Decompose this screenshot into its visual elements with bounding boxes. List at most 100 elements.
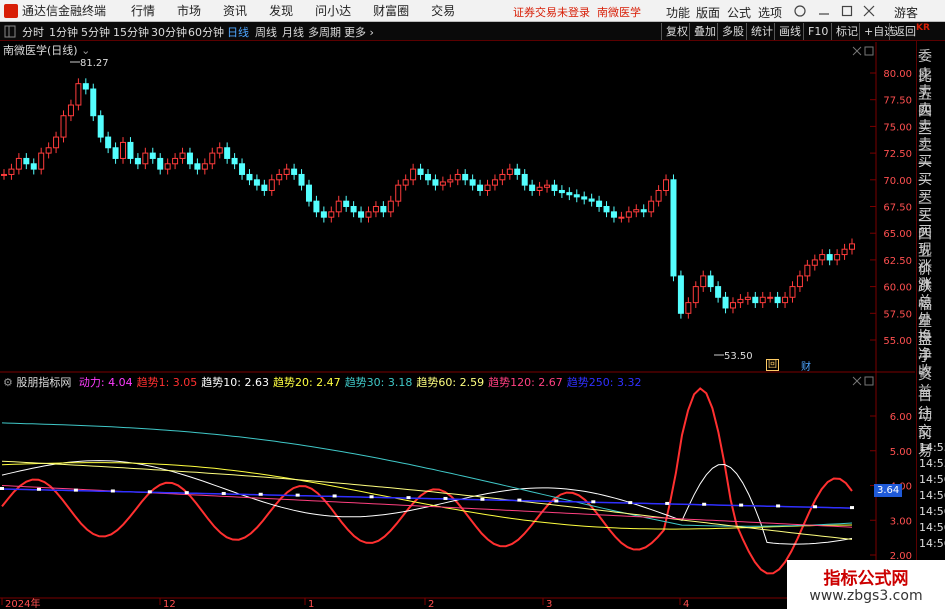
fuquan-button[interactable]: 复权	[661, 23, 692, 40]
candle-body[interactable]	[149, 152, 156, 159]
candle-body[interactable]	[558, 189, 565, 194]
candle-body[interactable]	[551, 184, 558, 191]
candle-body[interactable]	[439, 181, 446, 186]
candle-body[interactable]	[796, 275, 803, 288]
chart-maximize-icon[interactable]	[864, 46, 874, 56]
candle-body[interactable]	[521, 173, 528, 186]
mark-button[interactable]: 标记	[831, 23, 862, 40]
candle-body[interactable]	[603, 206, 610, 213]
candle-body[interactable]	[655, 189, 662, 202]
period-60min[interactable]: 60分钟	[188, 24, 224, 40]
candle-body[interactable]	[216, 147, 223, 154]
candle-body[interactable]	[291, 168, 298, 175]
candle-body[interactable]	[82, 83, 89, 90]
login-notice[interactable]: 证券交易未登录 南微医学	[513, 4, 641, 20]
candle-body[interactable]	[752, 296, 759, 304]
candle-body[interactable]	[120, 141, 127, 159]
options-button[interactable]: 选项	[758, 4, 782, 21]
candle-body[interactable]	[328, 211, 335, 218]
candle-body[interactable]	[499, 173, 506, 181]
candle-body[interactable]	[477, 184, 484, 191]
candle-body[interactable]	[432, 179, 439, 186]
candle-body[interactable]	[60, 115, 67, 138]
candle-body[interactable]	[715, 286, 722, 298]
candle-body[interactable]	[640, 209, 647, 213]
period-weekly[interactable]: 周线	[255, 24, 277, 40]
candle-body[interactable]	[343, 200, 350, 208]
candle-body[interactable]	[335, 200, 342, 213]
candle-body[interactable]	[759, 296, 766, 304]
candle-body[interactable]	[506, 168, 513, 175]
candle-body[interactable]	[841, 248, 848, 256]
guest-label[interactable]: 游客	[894, 4, 918, 21]
candle-body[interactable]	[417, 168, 424, 175]
candle-body[interactable]	[246, 173, 253, 181]
candle-body[interactable]	[268, 179, 275, 191]
candle-body[interactable]	[633, 209, 640, 213]
candle-body[interactable]	[358, 211, 365, 218]
candle-body[interactable]	[789, 286, 796, 298]
candle-body[interactable]	[462, 173, 469, 181]
candle-body[interactable]	[186, 152, 193, 165]
candle-body[interactable]	[1, 173, 7, 176]
candle-body[interactable]	[737, 298, 744, 304]
candle-body[interactable]	[849, 243, 855, 250]
candle-body[interactable]	[134, 157, 141, 165]
menu-caifuquan[interactable]: 财富圈	[373, 2, 409, 19]
candle-body[interactable]	[573, 194, 580, 198]
expand-icon[interactable]	[4, 25, 16, 38]
period-multi[interactable]: 多周期	[308, 24, 341, 40]
candle-body[interactable]	[38, 152, 45, 170]
candle-body[interactable]	[194, 163, 201, 170]
period-monthly[interactable]: 月线	[282, 24, 304, 40]
f10-button[interactable]: F10	[803, 23, 832, 40]
finance-marker[interactable]: 财	[801, 358, 811, 373]
indicator-close-icon[interactable]	[852, 376, 862, 386]
candle-body[interactable]	[172, 157, 179, 165]
candle-body[interactable]	[8, 168, 15, 175]
candle-body[interactable]	[596, 200, 603, 208]
candle-body[interactable]	[283, 168, 290, 175]
candle-body[interactable]	[774, 296, 781, 304]
candle-body[interactable]	[469, 179, 476, 186]
overlay-button[interactable]: 叠加	[689, 23, 720, 40]
period-fenshi[interactable]: 分时	[22, 24, 44, 40]
candle-body[interactable]	[410, 168, 417, 181]
candle-body[interactable]	[529, 184, 536, 191]
indicator-maximize-icon[interactable]	[864, 376, 874, 386]
candle-body[interactable]	[387, 200, 394, 213]
menu-jiaoyi[interactable]: 交易	[431, 2, 455, 19]
candle-body[interactable]	[566, 192, 573, 196]
menu-hangqing[interactable]: 行情	[131, 2, 155, 19]
period-30min[interactable]: 30分钟	[151, 24, 187, 40]
candle-body[interactable]	[239, 163, 246, 175]
candle-body[interactable]	[692, 286, 699, 304]
candle-body[interactable]	[744, 296, 751, 300]
candle-body[interactable]	[826, 254, 833, 261]
candle-body[interactable]	[67, 104, 74, 117]
candle-body[interactable]	[722, 296, 729, 309]
candle-body[interactable]	[491, 179, 498, 186]
candle-body[interactable]	[677, 275, 684, 314]
candle-body[interactable]	[298, 173, 305, 186]
candle-body[interactable]	[625, 211, 632, 218]
candle-body[interactable]	[164, 163, 171, 170]
candle-body[interactable]	[618, 216, 625, 219]
candle-body[interactable]	[707, 275, 714, 288]
candle-body[interactable]	[261, 184, 268, 191]
candle-body[interactable]	[729, 302, 736, 309]
candle-body[interactable]	[685, 302, 692, 314]
candle-body[interactable]	[380, 206, 387, 213]
candle-body[interactable]	[15, 157, 22, 170]
candle-body[interactable]	[253, 179, 260, 186]
candle-body[interactable]	[231, 157, 238, 165]
candle-body[interactable]	[320, 211, 327, 218]
menu-zixun[interactable]: 资讯	[223, 2, 247, 19]
candle-body[interactable]	[365, 211, 372, 218]
candle-body[interactable]	[454, 173, 461, 181]
candle-body[interactable]	[782, 296, 789, 304]
drawline-button[interactable]: 画线	[774, 23, 805, 40]
candle-body[interactable]	[819, 254, 826, 261]
period-more[interactable]: 更多 ›	[344, 24, 374, 40]
candle-body[interactable]	[224, 147, 231, 159]
